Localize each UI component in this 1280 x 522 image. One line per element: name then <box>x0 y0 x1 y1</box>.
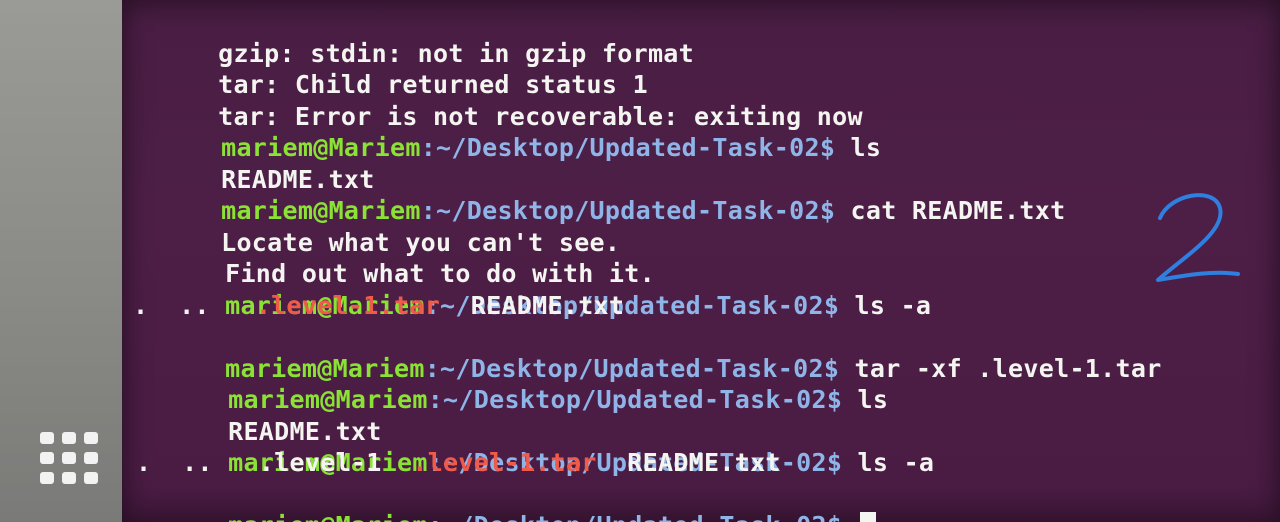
terminal-line-output: gzip: stdin: not in gzip format <box>126 6 1280 68</box>
terminal-line-command: mariem@Mariem:~/Desktop/Updated-Task-02$… <box>126 321 1280 383</box>
output-text: tar: Error is not recoverable: exiting n… <box>218 101 863 131</box>
prompt-path: :~/Desktop/Updated-Task-02$ <box>424 353 840 383</box>
terminal-line-prompt-active[interactable]: mariem@Mariem:~/Desktop/Updated-Task-02$ <box>126 479 1280 522</box>
text-cursor <box>859 512 876 522</box>
grid-dot <box>84 432 98 444</box>
listing-entry: .. <box>182 448 213 477</box>
listing-entry: README.txt <box>470 290 625 320</box>
command-text: cat README.txt <box>835 196 1066 225</box>
grid-dot <box>62 472 76 484</box>
handwritten-number-annotation <box>1156 193 1240 282</box>
listing-entry: .. <box>179 290 210 320</box>
grid-dot <box>62 452 76 464</box>
command-input[interactable] <box>842 511 857 522</box>
output-text: tar: Child returned status 1 <box>218 70 648 99</box>
listing-entry: README.txt <box>627 448 781 477</box>
listing-entry-archive: .level-1.tar <box>412 448 597 477</box>
listing-entry: . <box>136 448 152 477</box>
command-text: ls -a <box>842 448 935 477</box>
output-text: Find out what to do with it. <box>225 259 655 288</box>
show-applications-icon[interactable] <box>40 432 102 488</box>
output-text: README.txt <box>228 416 382 446</box>
prompt-path: :~/Desktop/Updated-Task-02$ <box>428 511 842 522</box>
prompt-user-host: mariem@Mariem <box>228 511 428 522</box>
command-text: ls <box>842 385 889 414</box>
prompt-user-host: mariem@Mariem <box>221 196 421 225</box>
prompt-path: :~/Desktop/Updated-Task-02$ <box>420 133 836 162</box>
output-text: README.txt <box>221 164 375 194</box>
dock <box>0 0 122 522</box>
prompt-path: :~/Desktop/Updated-Task-02$ <box>420 196 836 225</box>
command-text: tar -xf .level-1.tar <box>839 353 1162 383</box>
prompt-path: :~/Desktop/Updated-Task-02$ <box>427 385 843 414</box>
annotation-stroke <box>1156 193 1240 282</box>
listing-entry: . <box>133 290 149 320</box>
grid-dot <box>62 432 76 444</box>
prompt-user-host: mariem@Mariem <box>225 353 425 383</box>
output-text: gzip: stdin: not in gzip format <box>218 38 694 68</box>
prompt-user-host: mariem@Mariem <box>221 133 421 162</box>
prompt-user-host: mariem@Mariem <box>228 385 428 414</box>
output-text: Locate what you can't see. <box>221 227 621 257</box>
grid-dot <box>84 452 98 464</box>
terminal-window[interactable]: gzip: stdin: not in gzip format tar: Chi… <box>122 0 1280 522</box>
listing-entry-directory: .level-1 <box>258 448 382 477</box>
grid-dot <box>40 472 54 484</box>
grid-dot <box>84 472 98 484</box>
listing-entry-archive: .level-1.tar <box>255 290 441 320</box>
command-text: ls -a <box>839 290 932 320</box>
terminal-output: gzip: stdin: not in gzip format tar: Chi… <box>126 6 1280 522</box>
command-text: ls <box>835 133 882 162</box>
grid-dot <box>40 452 54 464</box>
grid-dot <box>40 432 54 444</box>
terminal-line-listing: . .. .level-1 .level-1.tar README.txt <box>126 447 1280 479</box>
